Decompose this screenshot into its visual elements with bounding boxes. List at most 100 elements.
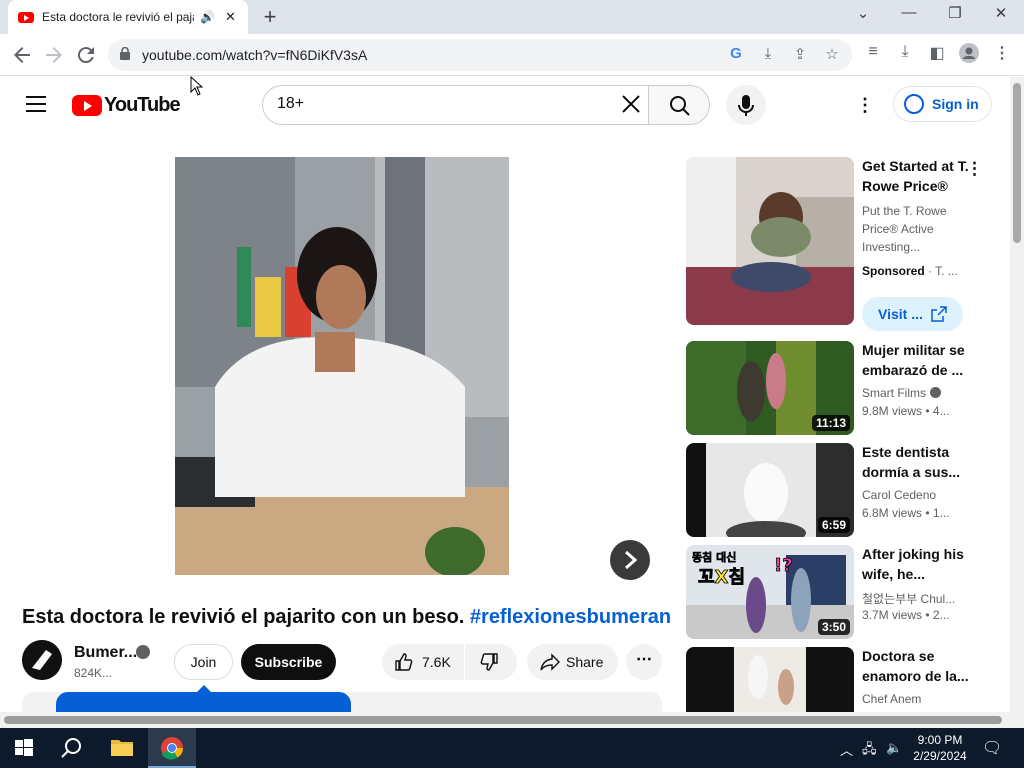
clock-date: 2/29/2024 bbox=[913, 749, 967, 763]
close-window-button[interactable]: ✕ bbox=[989, 4, 1013, 22]
media-controls-icon[interactable]: ≡ bbox=[862, 43, 884, 61]
hashtag-link[interactable]: #reflexionesbumeran bbox=[470, 606, 671, 628]
horizontal-scrollbar[interactable] bbox=[0, 712, 1024, 728]
voice-search-button[interactable] bbox=[726, 85, 766, 125]
ad-title[interactable]: Get Started at T. Rowe Price® bbox=[862, 156, 972, 196]
new-tab-button[interactable]: + bbox=[258, 4, 282, 30]
dislike-button[interactable] bbox=[465, 644, 517, 680]
clear-search-icon[interactable] bbox=[620, 93, 642, 115]
channel-avatar[interactable] bbox=[22, 640, 62, 680]
chrome-taskbar-button[interactable] bbox=[148, 728, 196, 768]
rec-channel-3[interactable]: 철없는부부 Chul... bbox=[862, 590, 955, 607]
share-button[interactable]: Share bbox=[527, 644, 618, 680]
sponsored-label: Sponsored bbox=[862, 264, 925, 278]
tab-search-chevron-icon[interactable]: ⌄ bbox=[851, 4, 875, 22]
lock-icon[interactable] bbox=[120, 47, 130, 60]
search-button[interactable] bbox=[648, 85, 710, 125]
search-input[interactable] bbox=[277, 95, 597, 113]
ad-thumbnail[interactable] bbox=[686, 157, 854, 325]
profile-icon[interactable] bbox=[958, 43, 980, 68]
rec-channel-4[interactable]: Chef Anem bbox=[862, 692, 921, 706]
tab-title: Esta doctora le revivió el pajarito con … bbox=[42, 10, 194, 24]
horizontal-scroll-thumb[interactable] bbox=[4, 716, 1002, 724]
thumb-overlay-text-1: 똥침 대신 bbox=[692, 550, 736, 564]
mouse-cursor-icon bbox=[190, 76, 204, 96]
google-translate-icon[interactable]: G bbox=[726, 45, 746, 62]
url-text[interactable]: youtube.com/watch?v=fN6DiKfV3sA bbox=[142, 47, 367, 63]
rec-channel-1[interactable]: Smart Films bbox=[862, 386, 941, 400]
share-page-icon[interactable]: ⇪ bbox=[790, 45, 810, 63]
tray-overflow-icon[interactable]: ︿ bbox=[840, 740, 853, 759]
rec-title-3[interactable]: After joking his wife, he... bbox=[862, 544, 972, 584]
rec-thumbnail-3[interactable]: 똥침 대신 꼬X침 !? 3:50 bbox=[686, 545, 854, 639]
youtube-logo-text: YouTube bbox=[104, 94, 181, 116]
taskbar-search-button[interactable] bbox=[48, 728, 96, 768]
search-box[interactable] bbox=[262, 85, 648, 125]
verified-check-icon bbox=[930, 387, 941, 398]
more-actions-icon[interactable]: ⋯ bbox=[626, 644, 662, 680]
system-clock[interactable]: 9:00 PM 2/29/2024 bbox=[908, 732, 972, 764]
restore-button[interactable]: ❐ bbox=[943, 4, 967, 22]
rec-title-4[interactable]: Doctora se enamoro de la... bbox=[862, 646, 972, 686]
rec-title-2[interactable]: Este dentista dormía a sus... bbox=[862, 442, 972, 482]
vertical-scrollbar[interactable] bbox=[1010, 77, 1024, 719]
rec-age-3: 2... bbox=[932, 608, 950, 622]
browser-tab-strip: Esta doctora le revivió el pajarito con … bbox=[0, 0, 1024, 34]
tab-audio-icon[interactable]: 🔊 bbox=[200, 10, 215, 24]
rec-thumbnail-2[interactable]: 6:59 bbox=[686, 443, 854, 537]
rec-views-2: 6.8M views bbox=[862, 506, 923, 520]
windows-logo-icon bbox=[15, 739, 33, 756]
rec-title-1[interactable]: Mujer militar se embarazó de ... bbox=[862, 340, 972, 380]
forward-arrow-icon[interactable] bbox=[42, 43, 66, 67]
notifications-icon[interactable]: 🗨 bbox=[982, 738, 1002, 758]
join-tooltip bbox=[56, 685, 351, 712]
install-app-icon[interactable]: ⤓ bbox=[758, 45, 778, 62]
thumbs-up-icon bbox=[395, 653, 413, 671]
reload-icon[interactable] bbox=[74, 43, 98, 67]
account-circle-icon bbox=[904, 94, 924, 114]
tab-close-icon[interactable]: ✕ bbox=[225, 9, 236, 25]
back-arrow-icon[interactable] bbox=[10, 43, 34, 67]
file-explorer-button[interactable] bbox=[98, 728, 146, 768]
verified-badge-icon bbox=[136, 645, 150, 659]
video-frame bbox=[175, 157, 509, 575]
network-icon[interactable]: 🖧 bbox=[862, 740, 877, 762]
thumb-overlay-text-3: !? bbox=[774, 555, 793, 576]
visit-advertiser-button[interactable]: Visit ... bbox=[862, 297, 963, 331]
minimize-button[interactable]: — bbox=[897, 4, 921, 21]
rec-age-2: 1... bbox=[932, 506, 950, 520]
volume-icon[interactable]: 🔈 bbox=[886, 740, 902, 756]
rec-thumbnail-4[interactable] bbox=[686, 647, 854, 712]
browser-tab[interactable]: Esta doctora le revivió el pajarito con … bbox=[8, 0, 248, 34]
ad-sponsored-line: Sponsored · T. ... bbox=[862, 264, 958, 278]
ad-more-icon[interactable]: ⋮ bbox=[966, 158, 983, 182]
rec-meta-1: 9.8M views • 4... bbox=[862, 404, 950, 418]
bookmark-star-icon[interactable]: ☆ bbox=[822, 45, 842, 63]
video-player[interactable] bbox=[175, 157, 509, 575]
guide-menu-icon[interactable] bbox=[26, 96, 46, 112]
sign-in-label: Sign in bbox=[932, 96, 979, 112]
downloads-icon[interactable]: ⤓ bbox=[894, 43, 916, 61]
address-bar[interactable]: youtube.com/watch?v=fN6DiKfV3sA G ⤓ ⇪ ☆ bbox=[108, 39, 852, 71]
rec-channel-2[interactable]: Carol Cedeno bbox=[862, 488, 936, 502]
rec-views-3: 3.7M views bbox=[862, 608, 923, 622]
external-link-icon bbox=[931, 306, 947, 322]
like-button[interactable]: 7.6K bbox=[382, 644, 464, 680]
video-title: Esta doctora le revivió el pajarito con … bbox=[22, 606, 671, 629]
browser-menu-icon[interactable]: ⋮ bbox=[991, 43, 1013, 63]
side-panel-icon[interactable]: ◧ bbox=[926, 43, 948, 63]
join-button[interactable]: Join bbox=[174, 644, 233, 680]
next-video-button[interactable] bbox=[610, 540, 650, 580]
video-title-text: Esta doctora le revivió el pajarito con … bbox=[22, 606, 465, 628]
start-button[interactable] bbox=[0, 728, 48, 768]
youtube-logo[interactable]: YouTube bbox=[72, 94, 181, 117]
settings-more-icon[interactable]: ⋮ bbox=[856, 95, 874, 115]
channel-name[interactable]: Bumer... bbox=[74, 644, 137, 662]
subscriber-count: 824K... bbox=[74, 666, 113, 680]
subscribe-button[interactable]: Subscribe bbox=[241, 644, 336, 680]
rec-thumbnail-1[interactable]: 11:13 bbox=[686, 341, 854, 435]
sign-in-button[interactable]: Sign in bbox=[893, 86, 992, 122]
search-icon bbox=[670, 96, 690, 116]
vertical-scroll-thumb[interactable] bbox=[1013, 83, 1021, 243]
thumbs-down-icon bbox=[480, 653, 498, 671]
